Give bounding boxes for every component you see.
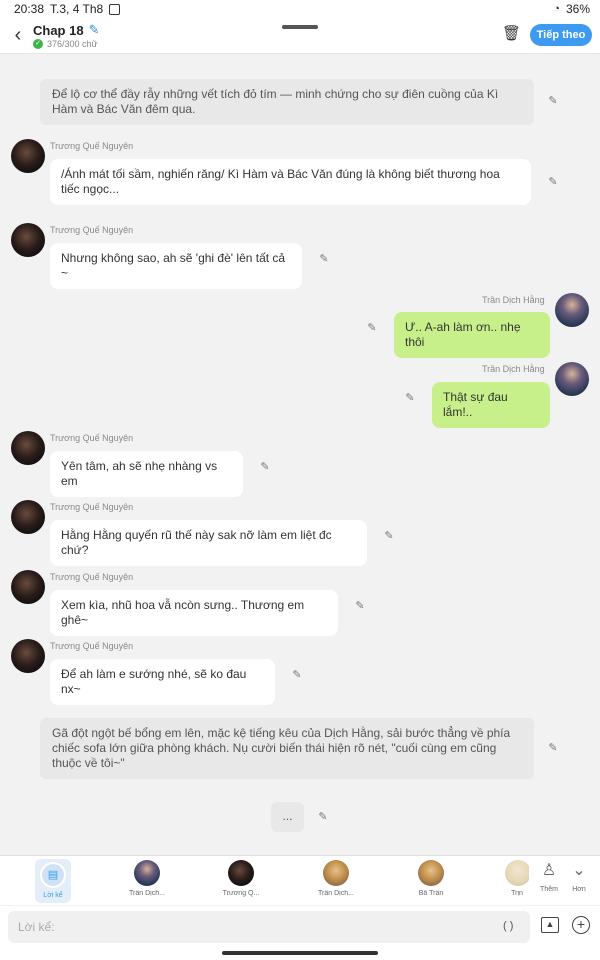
narration-selector[interactable]: ▤ Lời kể: [35, 859, 71, 903]
message-bubble[interactable]: Để ah làm e sướng nhé, sẽ ko đau nx~: [50, 659, 275, 705]
message-bubble[interactable]: Xem kìa, nhũ hoa vẫ ncòn sưng.. Thương e…: [50, 590, 338, 636]
narration-icon: ▤: [40, 862, 66, 888]
back-icon[interactable]: ‹: [8, 24, 28, 48]
more-button[interactable]: ⌄ Hơn: [567, 861, 591, 893]
edit-icon[interactable]: ✎: [258, 460, 272, 474]
message-bubble[interactable]: /Ánh mát tối sầm, nghiến răng/ Kì Hàm và…: [50, 159, 531, 205]
edit-icon[interactable]: ✎: [290, 668, 304, 682]
avatar: [418, 860, 444, 886]
word-count: 376/300 chữ: [47, 39, 98, 49]
edit-icon[interactable]: ✎: [403, 391, 417, 405]
avatar[interactable]: [11, 500, 45, 534]
avatar: [134, 860, 160, 886]
avatar: [505, 860, 529, 886]
chevron-down-icon: ⌄: [572, 862, 586, 879]
narration-label: Lời kể: [43, 892, 63, 899]
narration-input[interactable]: [8, 911, 530, 943]
add-person-icon: ♙: [541, 862, 557, 879]
message-bubble[interactable]: Ư.. A-ah làm ơn.. nhẹ thôi: [394, 312, 550, 358]
edit-icon[interactable]: ✎: [365, 321, 379, 335]
avatar: [228, 860, 254, 886]
speaker-name: Trương Quế Nguyên: [50, 502, 134, 512]
system-nav-bar: [0, 948, 600, 960]
avatar: [323, 860, 349, 886]
avatar[interactable]: [555, 362, 589, 396]
speaker-name: Trần Dịch Hằng: [482, 295, 545, 305]
more-label: Hơn: [572, 886, 586, 893]
avatar[interactable]: [11, 639, 45, 673]
edit-icon[interactable]: ✎: [89, 22, 100, 38]
battery-percent: 36%: [565, 2, 590, 16]
message-bubble[interactable]: Yên tâm, ah sẽ nhẹ nhàng vs em: [50, 451, 243, 497]
character-tran-dich-hang-2[interactable]: Trần Dịch...: [306, 860, 366, 897]
character-label: Bã Trần: [418, 890, 444, 897]
parenthesis-button[interactable]: ( ): [503, 920, 513, 932]
chat-area[interactable]: Để lộ cơ thể đầy rẫy những vết tích đỏ t…: [0, 55, 600, 855]
avatar[interactable]: [555, 293, 589, 327]
chapter-info: Chap 18 ✎ ✓ 376/300 chữ: [33, 22, 99, 49]
chapter-title: Chap 18: [33, 22, 84, 38]
top-header: ‹ Chap 18 ✎ ✓ 376/300 chữ 🗑 Tiếp theo: [0, 18, 600, 54]
plus-icon[interactable]: +: [572, 916, 590, 934]
status-time: 20:38: [14, 2, 45, 16]
edit-icon[interactable]: ✎: [546, 741, 560, 755]
edit-icon[interactable]: ✎: [382, 529, 396, 543]
next-button[interactable]: Tiếp theo: [530, 24, 592, 46]
add-label: Thêm: [540, 886, 558, 893]
add-character-button[interactable]: ♙ Thêm: [537, 861, 561, 893]
edit-icon[interactable]: ✎: [353, 599, 367, 613]
speaker-name: Trương Quế Nguyên: [50, 433, 134, 443]
message-bubble[interactable]: Thật sự đau lắm!..: [432, 382, 550, 428]
speaker-name: Trương Quế Nguyên: [50, 641, 134, 651]
input-bar: ( ) ▲ +: [0, 906, 600, 948]
edit-icon[interactable]: ✎: [546, 175, 560, 189]
avatar[interactable]: [11, 570, 45, 604]
status-date: T.3, 4 Th8: [50, 2, 104, 16]
character-label: Trịn: [511, 890, 523, 897]
check-icon: ✓: [33, 39, 43, 49]
wifi-icon: ◔: [553, 3, 560, 15]
character-label: Trương Q...: [222, 890, 260, 897]
edit-icon[interactable]: ✎: [546, 94, 560, 108]
status-bar: 20:38 T.3, 4 Th8 ◔ 36%: [0, 0, 600, 18]
character-ba-tran[interactable]: Bã Trần: [401, 860, 461, 897]
character-tran-dich-hang-1[interactable]: Trần Dịch...: [117, 860, 177, 897]
edit-icon[interactable]: ✎: [317, 252, 331, 266]
character-truong-que-nguyen[interactable]: Trương Q...: [211, 860, 271, 897]
message-bubble[interactable]: Hằng Hằng quyến rũ thế này sak nỡ làm em…: [50, 520, 367, 566]
avatar[interactable]: [11, 431, 45, 465]
edit-icon[interactable]: ✎: [316, 810, 330, 824]
character-label: Trần Dịch...: [129, 890, 165, 897]
typing-placeholder[interactable]: ...: [271, 802, 304, 832]
drag-handle[interactable]: [282, 25, 318, 29]
message-bubble[interactable]: Nhưng không sao, ah sẽ 'ghi đè' lên tất …: [50, 243, 302, 289]
gallery-icon: [109, 3, 121, 15]
avatar[interactable]: [11, 223, 45, 257]
image-icon[interactable]: ▲: [541, 917, 559, 933]
narration-bubble[interactable]: Gã đột ngột bế bổng em lên, mặc kệ tiếng…: [40, 718, 534, 779]
avatar[interactable]: [11, 139, 45, 173]
speaker-name: Trương Quế Nguyên: [50, 572, 134, 582]
character-label: Trần Dịch...: [318, 890, 354, 897]
character-bar: ▤ Lời kể Trần Dịch... Trương Q... Trần D…: [0, 855, 600, 905]
home-indicator[interactable]: [222, 951, 378, 955]
narration-bubble[interactable]: Để lộ cơ thể đầy rẫy những vết tích đỏ t…: [40, 79, 534, 125]
speaker-name: Trương Quế Nguyên: [50, 141, 134, 151]
trash-icon[interactable]: 🗑: [502, 24, 521, 44]
speaker-name: Trương Quế Nguyên: [50, 225, 134, 235]
speaker-name: Trần Dịch Hằng: [482, 364, 545, 374]
character-trinh[interactable]: Trịn: [505, 860, 529, 897]
